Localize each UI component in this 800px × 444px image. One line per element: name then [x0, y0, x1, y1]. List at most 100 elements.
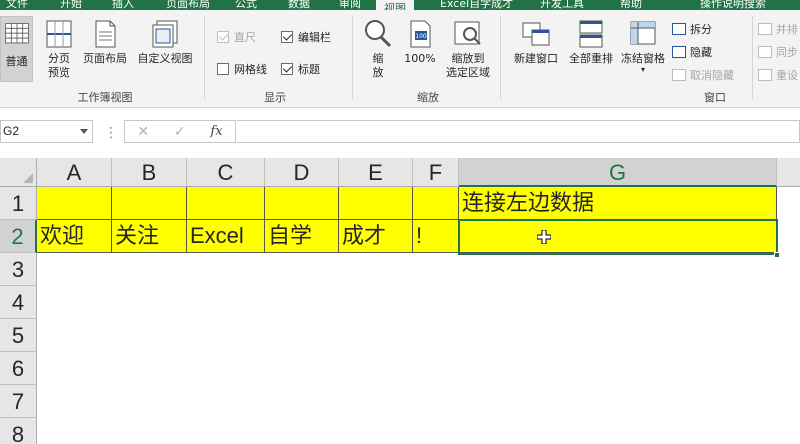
window-group-label: 窗口 — [704, 91, 726, 104]
zoom-100-icon: 100 — [410, 20, 431, 48]
unhide-icon — [672, 69, 686, 81]
synchronous-scrolling-button[interactable]: 同步 — [758, 44, 798, 60]
tab-formulas[interactable]: 公式 — [235, 0, 257, 10]
new-window-button[interactable]: 新建窗口 — [509, 18, 563, 66]
row-header-3[interactable]: 3 — [0, 253, 37, 286]
gridlines-checkbox[interactable]: 网格线 — [217, 61, 267, 77]
workbook-views-group-label: 工作簿视图 — [77, 91, 133, 104]
zoom-label-1: 缩 — [372, 52, 384, 65]
row-header-1[interactable]: 1 — [0, 187, 37, 220]
name-box[interactable]: G2 — [0, 120, 93, 143]
cell-c1[interactable] — [187, 187, 265, 220]
normal-view-label: 普通 — [5, 55, 28, 68]
chevron-down-icon[interactable] — [80, 129, 88, 134]
zoom-100-label: 100% — [404, 52, 436, 65]
column-header-e[interactable]: E — [339, 158, 413, 187]
cell-c2[interactable]: Excel — [187, 220, 265, 253]
worksheet-grid: A B C D E F G 1 2 3 4 5 6 7 8 连接左边数据 欢迎 … — [0, 150, 800, 444]
reset-window-position-button[interactable]: 重设 — [758, 67, 798, 83]
arrange-all-label: 全部重排 — [569, 52, 613, 65]
tab-page-layout[interactable]: 页面布局 — [166, 0, 210, 10]
cancel-icon[interactable]: ✕ — [137, 124, 149, 140]
cross-cursor-icon — [537, 230, 551, 244]
select-all-button[interactable] — [0, 158, 37, 187]
formula-bar-grip-icon[interactable]: ⋮ — [104, 125, 118, 141]
formula-buttons: ✕ ✓ fx — [124, 120, 236, 143]
hide-button[interactable]: 隐藏 — [672, 44, 712, 60]
cell-d1[interactable] — [265, 187, 339, 220]
headings-checkbox[interactable]: 标题 — [281, 61, 320, 77]
column-header-d[interactable]: D — [265, 158, 339, 187]
row-header-4[interactable]: 4 — [0, 286, 37, 319]
reset-position-label: 重设 — [776, 69, 798, 82]
column-header-f[interactable]: F — [413, 158, 459, 187]
page-break-preview-button[interactable]: 分页 预览 — [40, 18, 78, 80]
cell-g1[interactable]: 连接左边数据 — [459, 187, 777, 220]
cell-a2[interactable]: 欢迎 — [37, 220, 112, 253]
zoom-100-button[interactable]: 100 100% — [401, 18, 439, 66]
fill-handle[interactable] — [774, 252, 780, 258]
zoom-button[interactable]: 缩 放 — [360, 18, 396, 80]
tab-file[interactable]: 文件 — [6, 0, 28, 10]
column-header-a[interactable]: A — [37, 158, 112, 187]
side-by-side-label: 并排 — [776, 23, 798, 36]
row-header-6[interactable]: 6 — [0, 352, 37, 385]
tab-help[interactable]: 帮助 — [620, 0, 642, 10]
tab-data[interactable]: 数据 — [288, 0, 310, 10]
tab-insert[interactable]: 插入 — [112, 0, 134, 10]
tab-tell-me[interactable]: 操作说明搜索 — [700, 0, 766, 10]
custom-views-button[interactable]: 自定义视图 — [133, 18, 197, 66]
magnifier-icon — [365, 20, 392, 48]
column-header-h[interactable] — [777, 158, 800, 187]
tab-review[interactable]: 审阅 — [339, 0, 361, 10]
cell-b1[interactable] — [112, 187, 187, 220]
cell-f1[interactable] — [413, 187, 459, 220]
formula-bar-label: 编辑栏 — [298, 31, 331, 44]
cell-e2[interactable]: 成才 — [339, 220, 413, 253]
freeze-panes-button[interactable]: 冻结窗格 ▾ — [618, 18, 668, 74]
cell-f2[interactable]: ! — [413, 220, 459, 253]
page-break-preview-icon — [46, 20, 72, 48]
column-header-g[interactable]: G — [459, 158, 777, 187]
insert-function-icon[interactable]: fx — [210, 124, 222, 139]
normal-view-icon — [4, 23, 29, 44]
ruler-checkbox[interactable]: 直尺 — [217, 29, 256, 45]
zoom-to-selection-icon — [454, 21, 481, 45]
formula-input[interactable] — [237, 120, 800, 143]
cell-d2[interactable]: 自学 — [265, 220, 339, 253]
cell-g2[interactable] — [459, 220, 777, 253]
row-header-7[interactable]: 7 — [0, 385, 37, 418]
show-group-label: 显示 — [264, 91, 286, 104]
column-header-c[interactable]: C — [187, 158, 265, 187]
view-side-by-side-button[interactable]: 并排 — [758, 21, 798, 37]
page-layout-view-icon — [95, 20, 116, 48]
formula-bar-checkbox[interactable]: 编辑栏 — [281, 29, 331, 45]
enter-icon[interactable]: ✓ — [174, 124, 186, 140]
page-layout-view-button[interactable]: 页面布局 — [80, 18, 130, 66]
page-break-preview-label-1: 分页 — [48, 52, 70, 65]
normal-view-button[interactable]: 普通 — [0, 16, 33, 82]
split-label: 拆分 — [690, 23, 712, 36]
row-header-8[interactable]: 8 — [0, 418, 37, 444]
column-header-b[interactable]: B — [112, 158, 187, 187]
arrange-all-button[interactable]: 全部重排 — [564, 18, 618, 66]
cell-e1[interactable] — [339, 187, 413, 220]
chevron-down-icon: ▾ — [640, 65, 645, 74]
tab-view[interactable]: 视图 — [376, 0, 414, 10]
row-header-5[interactable]: 5 — [0, 319, 37, 352]
page-layout-view-label: 页面布局 — [83, 52, 127, 65]
tab-home[interactable]: 开始 — [60, 0, 82, 10]
tab-developer[interactable]: 开发工具 — [540, 0, 584, 10]
tab-excel-self-study[interactable]: Excel自学成才 — [440, 0, 513, 10]
zoom-group-label: 缩放 — [417, 91, 439, 104]
row-header-2[interactable]: 2 — [0, 220, 37, 253]
zoom-to-selection-label-1: 缩放到 — [451, 52, 485, 65]
new-window-icon — [522, 22, 550, 46]
ribbon: 普通 分页 预览 页面布局 自定义视图 工作簿视图 直尺 编辑栏 网格线 标题 … — [0, 10, 800, 108]
formula-bar: G2 ⋮ ✕ ✓ fx — [0, 115, 800, 150]
cell-a1[interactable] — [37, 187, 112, 220]
split-button[interactable]: 拆分 — [672, 21, 712, 37]
zoom-to-selection-button[interactable]: 缩放到 选定区域 — [441, 18, 495, 80]
cell-b2[interactable]: 关注 — [112, 220, 187, 253]
unhide-button[interactable]: 取消隐藏 — [672, 67, 734, 83]
